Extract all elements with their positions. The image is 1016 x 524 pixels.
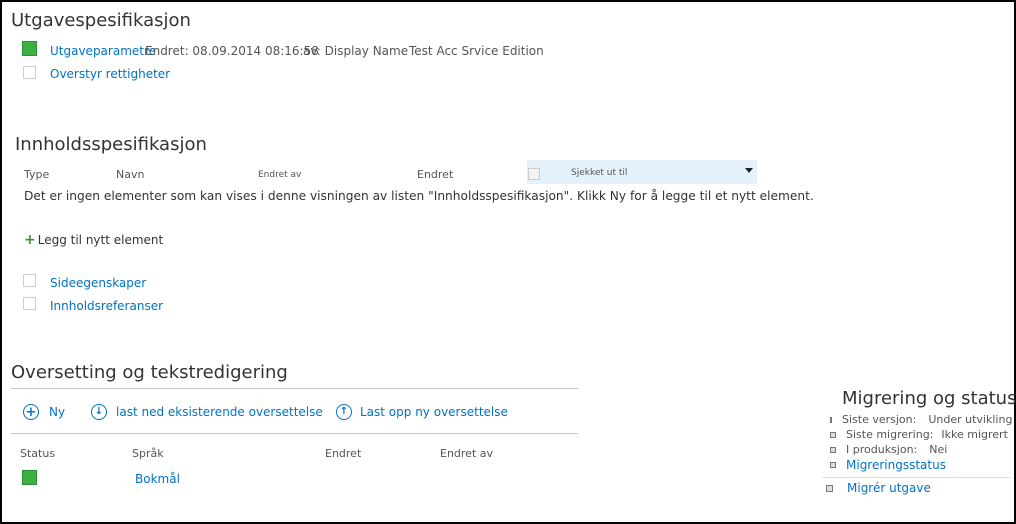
new-translation-button[interactable]: + Ny <box>23 404 65 420</box>
override-rights-link[interactable]: Overstyr rettigheter <box>50 67 170 81</box>
new-translation-label: Ny <box>49 405 66 419</box>
migrate-edition-label: Migrér utgave <box>847 481 931 495</box>
col-header-translation-modified-by[interactable]: Endret av <box>440 447 493 460</box>
content-refs-checkbox[interactable] <box>23 297 36 310</box>
col-header-language[interactable]: Språk <box>132 447 164 460</box>
bullet-icon <box>830 431 836 438</box>
language-bokmal-link[interactable]: Bokmål <box>135 472 180 486</box>
upload-translation-label: Last opp ny oversettelse <box>360 405 508 419</box>
edition-author-text: av: Display Name <box>303 44 409 58</box>
upload-circle-icon: ↑ <box>336 404 352 420</box>
col-header-modified-by[interactable]: Endret av <box>258 170 301 180</box>
edition-section-title: Utgavespesifikasjon <box>11 10 191 31</box>
latest-migration-label: Siste migrering: <box>846 428 934 441</box>
page-props-checkbox[interactable] <box>23 274 36 287</box>
bullet-icon <box>830 416 832 423</box>
col-header-type[interactable]: Type <box>24 168 49 181</box>
migrate-edition-button[interactable]: Migrér utgave <box>826 481 931 495</box>
edition-status-icon <box>22 41 37 56</box>
list-item: Siste migrering: Ikke migrert <box>830 427 1010 442</box>
add-new-item-label: Legg til nytt element <box>37 233 164 247</box>
content-section-title: Innholdsspesifikasjon <box>15 134 207 155</box>
edition-modified-text: Endret: 08.09.2014 08:16:58 <box>145 44 319 58</box>
translation-bottom-rule <box>11 433 578 434</box>
in-production-value: Nei <box>929 443 948 456</box>
migration-divider <box>822 477 1010 478</box>
migration-section-title: Migrering og status <box>842 388 1016 409</box>
bullet-icon <box>830 461 836 468</box>
migrate-icon <box>826 484 833 492</box>
col-header-name[interactable]: Navn <box>116 168 144 181</box>
col-header-modified[interactable]: Endret <box>417 168 453 181</box>
download-circle-icon: ↓ <box>91 404 107 420</box>
col-header-status[interactable]: Status <box>20 447 55 460</box>
upload-translation-button[interactable]: ↑ Last opp ny oversettelse <box>336 404 508 420</box>
migration-status-link[interactable]: Migreringsstatus <box>846 458 946 472</box>
in-production-label: I produksjon: <box>846 443 918 456</box>
list-item: Migreringsstatus <box>830 457 1010 472</box>
dropdown-arrow-icon[interactable] <box>745 168 753 173</box>
edition-name-text: Test Acc Srvice Edition <box>409 44 544 58</box>
checked-out-header[interactable]: Sjekket ut til <box>527 160 757 184</box>
list-item: Siste versjon: Under utvikling <box>830 412 1013 427</box>
translation-section-title: Oversetting og tekstredigering <box>11 362 288 383</box>
plus-icon: + <box>24 232 36 248</box>
select-all-checkbox[interactable] <box>528 168 540 180</box>
content-references-link[interactable]: Innholdsreferanser <box>50 299 163 313</box>
empty-list-message: Det er ingen elementer som kan vises i d… <box>24 189 814 203</box>
col-header-translation-modified[interactable]: Endret <box>325 447 361 460</box>
latest-version-value: Under utvikling <box>928 413 1013 426</box>
table-row: Bokmål <box>2 464 582 494</box>
download-translation-label: last ned eksisterende oversettelse <box>116 405 323 419</box>
bullet-icon <box>830 446 836 453</box>
download-translation-button[interactable]: ↓ last ned eksisterende oversettelse <box>91 404 323 420</box>
plus-circle-icon: + <box>23 404 39 420</box>
latest-version-label: Siste versjon: <box>842 413 917 426</box>
page-frame: Utgavespesifikasjon Utgaveparametre Endr… <box>0 0 1016 524</box>
add-new-item-button[interactable]: + Legg til nytt element <box>24 233 163 247</box>
list-item: I produksjon: Nei <box>830 442 1010 457</box>
latest-migration-value: Ikke migrert <box>941 428 1008 441</box>
col-header-checked-out: Sjekket ut til <box>571 168 628 178</box>
translation-status-icon <box>22 470 37 485</box>
edition-params-link[interactable]: Utgaveparametre <box>50 44 156 58</box>
translation-top-rule <box>11 388 578 389</box>
override-checkbox[interactable] <box>23 66 36 79</box>
page-properties-link[interactable]: Sideegenskaper <box>50 276 146 290</box>
migration-status-list: Siste versjon: Under utvikling Siste mig… <box>830 412 1013 472</box>
